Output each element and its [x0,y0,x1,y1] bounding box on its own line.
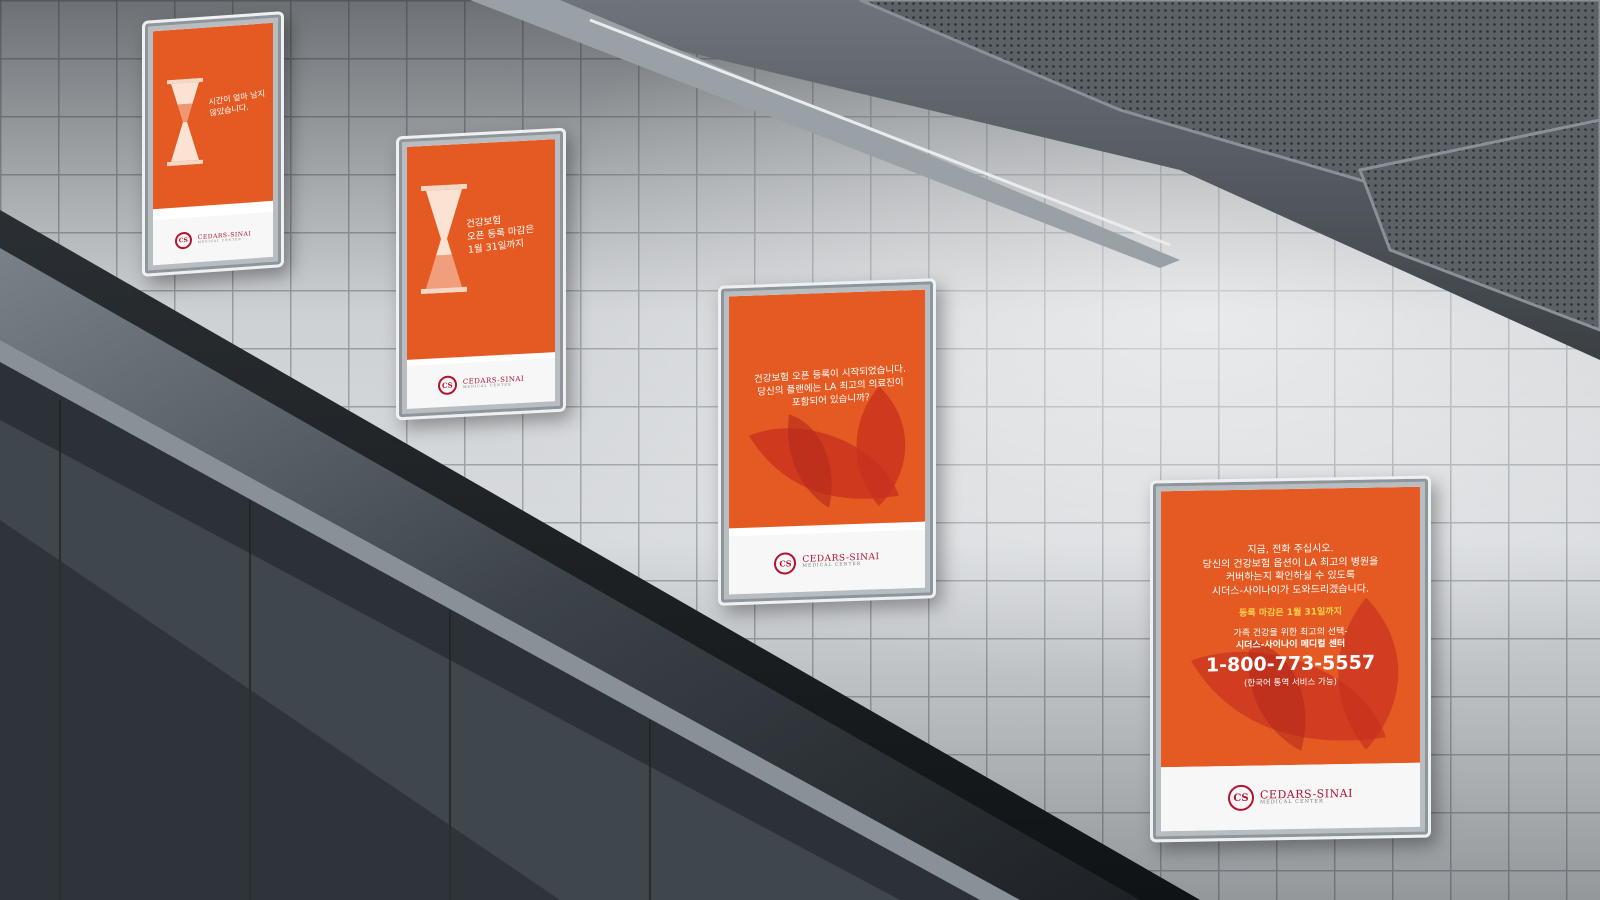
poster-1: 시간이 얼마 남지 않았습니다. CS CEDARS-SINAI MEDICAL… [142,11,284,277]
poster-logo-area: CS CEDARS-SINAI MEDICAL CENTER [1161,762,1420,832]
logo-wordmark: CEDARS-SINAI MEDICAL CENTER [462,375,524,390]
logo-wordmark: CEDARS-SINAI MEDICAL CENTER [802,552,879,570]
cedars-sinai-logo-icon: CS [774,552,797,575]
poster-orange-panel: 건강보험 오픈 등록 마감은 1월 31일까지 [407,139,555,360]
poster-face: 건강보험 오픈 등록이 시작되었습니다. 당신의 플랜에는 LA 최고의 의료진… [729,289,925,595]
poster-orange-panel: 시간이 얼마 남지 않았습니다. [153,22,273,210]
body-line: 시더스-사이나이가 도와드리겠습니다. [1211,583,1370,597]
poster-face: 지금, 전화 주십시오. 당신의 건강보험 옵션이 LA 최고의 병원을 커버하… [1161,486,1420,832]
poster-4: 지금, 전화 주십시오. 당신의 건강보험 옵션이 LA 최고의 병원을 커버하… [1150,475,1431,843]
poster-body: 지금, 전화 주십시오. 당신의 건강보험 옵션이 LA 최고의 병원을 커버하… [1171,541,1410,692]
poster-orange-panel: 지금, 전화 주십시오. 당신의 건강보험 옵션이 LA 최고의 병원을 커버하… [1161,486,1420,768]
cedars-sinai-logo-icon: CS [437,375,457,396]
poster-logo-area: CS CEDARS-SINAI MEDICAL CENTER [407,358,555,409]
deadline-text: 등록 마감은 1월 31일까지 [1239,607,1342,619]
cedars-sinai-logo-icon: CS [174,231,192,250]
hourglass-icon [167,77,203,167]
poster-headline: 건강보험 오픈 등록 마감은 1월 31일까지 [466,208,555,258]
poster-face: 건강보험 오픈 등록 마감은 1월 31일까지 CS CEDARS-SINAI … [407,139,555,409]
logo-wordmark: CEDARS-SINAI MEDICAL CENTER [198,230,251,244]
poster-headline: 시간이 얼마 남지 않았습니다. [208,89,266,118]
cedars-sinai-logo-icon: CS [1228,784,1255,812]
logo-wordmark: CEDARS-SINAI MEDICAL CENTER [1260,787,1353,806]
poster-orange-panel: 건강보험 오픈 등록이 시작되었습니다. 당신의 플랜에는 LA 최고의 의료진… [729,289,925,529]
poster-3: 건강보험 오픈 등록이 시작되었습니다. 당신의 플랜에는 LA 최고의 의료진… [718,278,936,606]
phone-number: 1-800-773-5557 [1205,651,1376,677]
logo-sub: MEDICAL CENTER [462,382,512,390]
logo-sub: MEDICAL CENTER [1260,798,1324,806]
poster-logo-area: CS CEDARS-SINAI MEDICAL CENTER [729,529,925,595]
poster-2: 건강보험 오픈 등록 마감은 1월 31일까지 CS CEDARS-SINAI … [396,127,566,421]
logo-sub: MEDICAL CENTER [802,562,862,570]
hourglass-icon [421,183,467,295]
poster-face: 시간이 얼마 남지 않았습니다. CS CEDARS-SINAI MEDICAL… [153,22,273,266]
subway-scene: 시간이 얼마 남지 않았습니다. CS CEDARS-SINAI MEDICAL… [0,0,1600,900]
poster-logo-area: CS CEDARS-SINAI MEDICAL CENTER [153,211,273,266]
